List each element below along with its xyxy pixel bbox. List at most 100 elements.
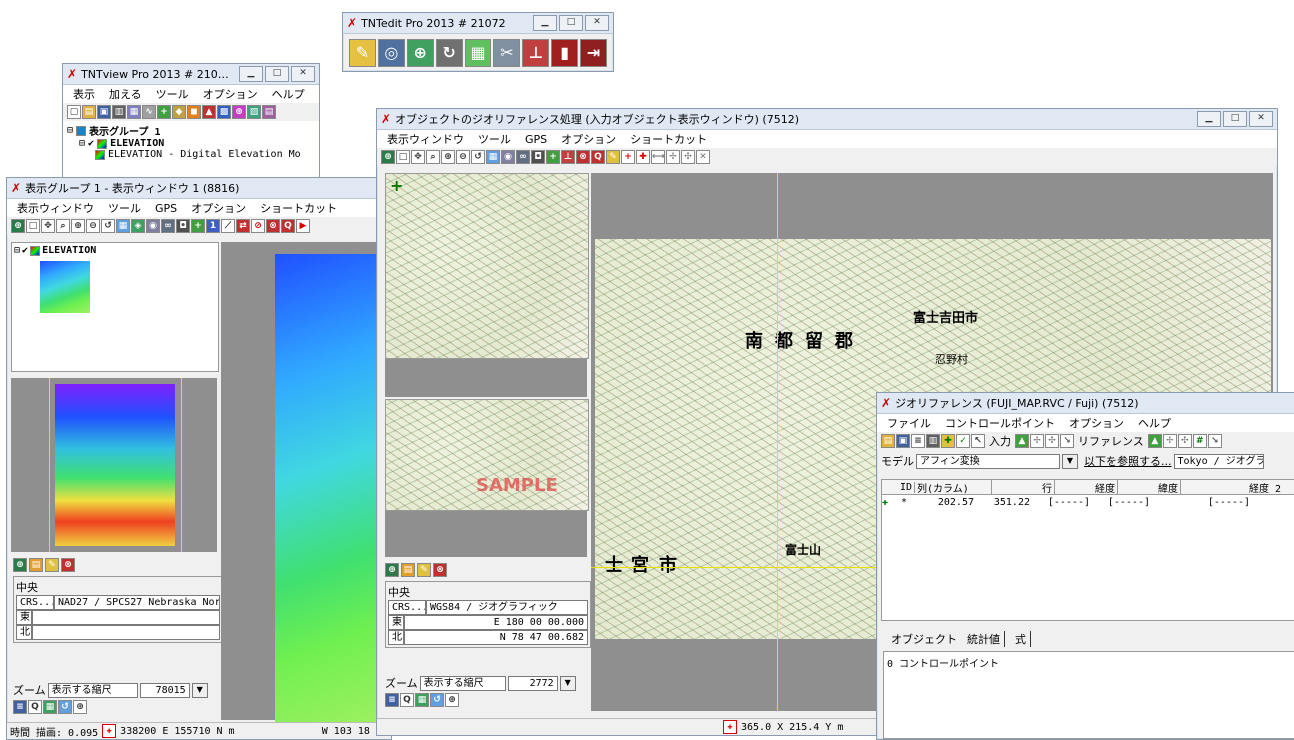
wand-icon[interactable]: ↻ bbox=[435, 39, 463, 67]
add-layer-icon[interactable]: + bbox=[157, 105, 171, 119]
cad-icon[interactable]: ◆ bbox=[172, 105, 186, 119]
see-below-button[interactable]: 以下を参照する... bbox=[1084, 453, 1172, 469]
check-icon[interactable]: ✔ bbox=[22, 245, 28, 256]
folder-icon[interactable]: ▤ bbox=[401, 563, 415, 577]
zoom-mode-select[interactable]: 表示する縮尺 bbox=[419, 675, 506, 691]
pan-icon[interactable]: ✥ bbox=[411, 150, 425, 164]
pointer-icon[interactable]: ↖ bbox=[971, 434, 985, 448]
zoom-box-icon[interactable]: ⌕ bbox=[56, 219, 70, 233]
node2-icon[interactable]: ✣ bbox=[681, 150, 695, 164]
table-icon[interactable]: ▥ bbox=[926, 434, 940, 448]
zoom-box-icon[interactable]: ⌕ bbox=[426, 150, 440, 164]
grid-icon[interactable]: ▦ bbox=[116, 219, 130, 233]
stop-icon[interactable]: ⊗ bbox=[433, 563, 447, 577]
input-node-icon[interactable]: ✢ bbox=[1030, 434, 1044, 448]
zoom-icon[interactable]: Q bbox=[28, 700, 42, 714]
menu-options[interactable]: オプション bbox=[561, 131, 616, 147]
globe-icon[interactable]: ⊕ bbox=[13, 558, 27, 572]
menu-file[interactable]: ファイル bbox=[887, 415, 931, 431]
menu-add[interactable]: 加える bbox=[109, 86, 142, 102]
tools-icon[interactable]: ✂ bbox=[493, 39, 521, 67]
globe-icon[interactable]: ⊕ bbox=[385, 563, 399, 577]
menu-gps[interactable]: GPS bbox=[155, 202, 177, 215]
edit-icon[interactable]: ✎ bbox=[349, 39, 376, 67]
model-select[interactable]: アフィン変換 bbox=[916, 453, 1060, 469]
layer-row[interactable]: ⊟ ✔ ELEVATION bbox=[12, 243, 218, 258]
chevron-down-icon[interactable]: ▼ bbox=[1062, 453, 1078, 469]
tin-icon[interactable]: ▲ bbox=[202, 105, 216, 119]
redraw-icon[interactable]: ⊗ bbox=[266, 219, 280, 233]
north-field[interactable] bbox=[32, 625, 220, 640]
table-row[interactable]: ✚ * 202.57 351.22 [-----] [-----] [-----… bbox=[882, 495, 1294, 509]
minimize-button[interactable]: ▁ bbox=[1197, 111, 1221, 127]
zoom-value[interactable]: 2772 bbox=[507, 675, 558, 691]
list-icon[interactable]: ≡ bbox=[13, 700, 27, 714]
binoculars-icon[interactable]: ∞ bbox=[161, 219, 175, 233]
maximize-button[interactable]: □ bbox=[559, 15, 583, 31]
edit-icon[interactable]: ✎ bbox=[606, 150, 620, 164]
north-field[interactable]: N 78 47 00.682 bbox=[404, 630, 588, 645]
list-icon[interactable]: ≡ bbox=[385, 693, 399, 707]
zoom-out-icon[interactable]: ⊖ bbox=[86, 219, 100, 233]
open-icon[interactable]: ▤ bbox=[82, 105, 96, 119]
grid-icon[interactable]: ▩ bbox=[217, 105, 231, 119]
crs-button[interactable]: CRS... bbox=[388, 600, 426, 615]
menu-help[interactable]: ヘルプ bbox=[272, 86, 305, 102]
input-mark-icon[interactable]: ▲ bbox=[1015, 434, 1029, 448]
add-point-icon[interactable]: ✚ bbox=[941, 434, 955, 448]
menu-shortcuts[interactable]: ショートカット bbox=[630, 131, 707, 147]
reference-grid-icon[interactable]: # bbox=[1192, 434, 1207, 448]
menu-display-window[interactable]: 表示ウィンドウ bbox=[17, 200, 94, 216]
east-field[interactable] bbox=[32, 610, 220, 625]
zoom-icon[interactable]: Q bbox=[281, 219, 295, 233]
fit-icon[interactable]: □ bbox=[26, 219, 40, 233]
check-icon[interactable]: ✔ bbox=[88, 138, 94, 149]
minimize-button[interactable]: ▁ bbox=[239, 66, 263, 82]
column-header-lon2[interactable]: 経度 2 bbox=[1181, 480, 1283, 495]
pointer-icon[interactable]: ▶ bbox=[296, 219, 310, 233]
crosshair-icon[interactable]: ✚ bbox=[723, 720, 737, 734]
menu-options[interactable]: オプション bbox=[203, 86, 258, 102]
point-icon[interactable]: + bbox=[621, 150, 635, 164]
camera-icon[interactable]: ◘ bbox=[531, 150, 545, 164]
delete-point-icon[interactable]: ✕ bbox=[696, 150, 710, 164]
menu-tools[interactable]: ツール bbox=[478, 131, 511, 147]
reference-node2-icon[interactable]: ✣ bbox=[1177, 434, 1192, 448]
input-node2-icon[interactable]: ✣ bbox=[1045, 434, 1059, 448]
zoom-in-icon[interactable]: ⊕ bbox=[73, 700, 87, 714]
zoom-in-icon[interactable]: ⊕ bbox=[71, 219, 85, 233]
menu-options[interactable]: オプション bbox=[1069, 415, 1124, 431]
ruler-icon[interactable]: ⊥ bbox=[561, 150, 575, 164]
crs-button[interactable]: CRS... bbox=[16, 595, 54, 610]
crosshair-icon[interactable]: ✚ bbox=[636, 150, 650, 164]
reference-node-icon[interactable]: ✢ bbox=[1162, 434, 1177, 448]
menu-tools[interactable]: ツール bbox=[156, 86, 189, 102]
ruler-icon[interactable]: ⊥ bbox=[522, 39, 550, 67]
map-icon[interactable]: ▨ bbox=[247, 105, 261, 119]
print-icon[interactable]: ▥ bbox=[112, 105, 126, 119]
zoom-out-icon[interactable]: ⊖ bbox=[456, 150, 470, 164]
line-icon[interactable]: ⟷ bbox=[651, 150, 665, 164]
save-icon[interactable]: ▣ bbox=[97, 105, 111, 119]
edit-icon[interactable]: ✎ bbox=[417, 563, 431, 577]
east-field[interactable]: E 180 00 00.000 bbox=[404, 615, 588, 630]
raster-icon[interactable]: ▦ bbox=[127, 105, 141, 119]
layers-icon[interactable]: ◈ bbox=[131, 219, 145, 233]
zoom-icon[interactable]: Q bbox=[591, 150, 605, 164]
reference-mark-icon[interactable]: ▲ bbox=[1147, 434, 1162, 448]
tab-object[interactable]: オブジェクト bbox=[891, 631, 957, 647]
column-header-row[interactable]: 行 bbox=[992, 479, 1055, 495]
overview-map[interactable]: SAMPLE bbox=[385, 399, 589, 511]
zoom-mode-select[interactable]: 表示する縮尺 bbox=[47, 682, 138, 698]
exit-icon[interactable]: ⇥ bbox=[580, 39, 608, 67]
tree-group-row[interactable]: ⊟ 表示グループ 1 bbox=[67, 123, 315, 138]
list-icon[interactable]: ≡ bbox=[911, 434, 925, 448]
menu-control-points[interactable]: コントロールポイント bbox=[945, 415, 1055, 431]
globe-icon[interactable]: ⊕ bbox=[11, 219, 25, 233]
fit-icon[interactable]: □ bbox=[396, 150, 410, 164]
map-icon[interactable]: ▦ bbox=[464, 39, 492, 67]
chevron-down-icon[interactable]: ▼ bbox=[559, 675, 576, 691]
minimize-button[interactable]: ▁ bbox=[533, 15, 557, 31]
reference-arrow-icon[interactable]: ↘ bbox=[1207, 434, 1222, 448]
close-button[interactable]: ✕ bbox=[585, 15, 609, 31]
